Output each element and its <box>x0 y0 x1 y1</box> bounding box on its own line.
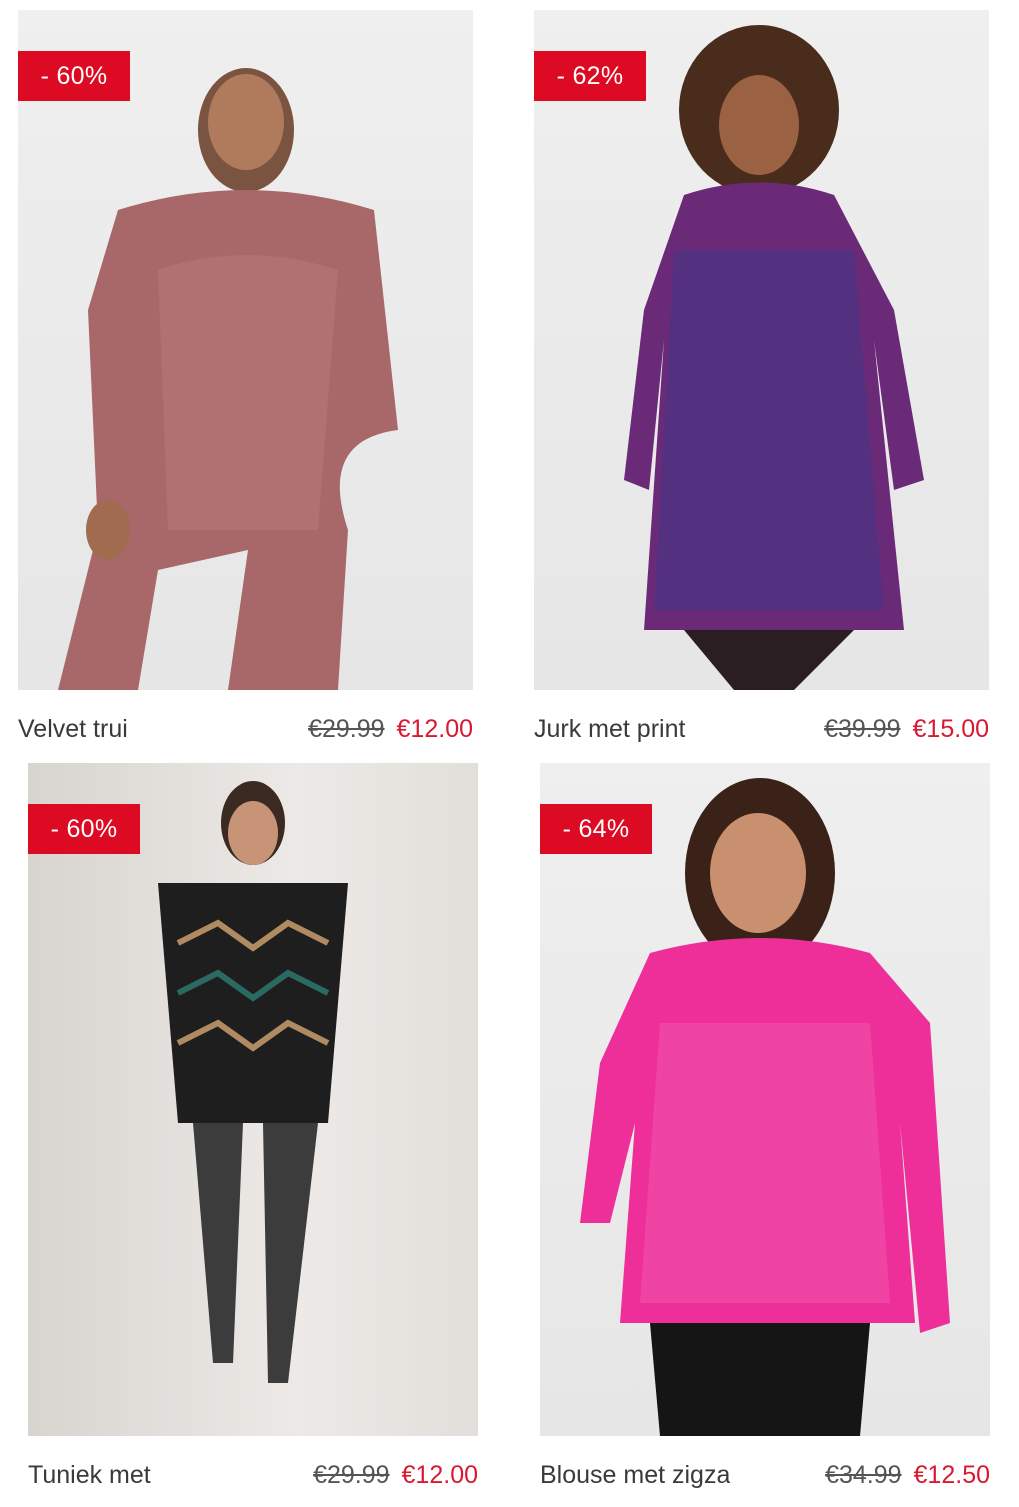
discount-badge: - 60% <box>28 804 140 854</box>
model-printed-dress-photo <box>624 25 924 690</box>
model-velvet-sweater-photo <box>58 68 398 690</box>
price-group: €29.99 €12.00 <box>308 715 473 744</box>
discount-badge: - 62% <box>534 51 646 101</box>
original-price: €29.99 <box>308 715 385 743</box>
model-pink-blouse-photo <box>580 778 950 1436</box>
price-group: €34.99 €12.50 <box>825 1461 990 1490</box>
price-group: €39.99 €15.00 <box>824 715 989 744</box>
original-price: €34.99 <box>825 1461 902 1489</box>
product-name[interactable]: Jurk met print <box>534 715 685 744</box>
original-price: €29.99 <box>313 1461 390 1489</box>
product-image[interactable]: - 60% <box>18 10 473 690</box>
product-image[interactable]: - 60% <box>28 763 478 1436</box>
product-card[interactable]: - 60% Tuniek met €29.99 €12.00 <box>28 763 478 1498</box>
product-image[interactable]: - 62% <box>534 10 989 690</box>
sale-price: €12.50 <box>913 1461 990 1489</box>
sale-price: €15.00 <box>912 715 989 743</box>
product-name[interactable]: Blouse met zigza <box>540 1461 730 1490</box>
discount-badge: - 64% <box>540 804 652 854</box>
discount-badge: - 60% <box>18 51 130 101</box>
sale-price: €12.00 <box>401 1461 478 1489</box>
model-sequin-tunic-photo <box>158 781 348 1383</box>
product-image[interactable]: - 64% <box>540 763 990 1436</box>
price-group: €29.99 €12.00 <box>313 1461 478 1490</box>
product-card[interactable]: - 60% Velvet trui €29.99 €12.00 <box>18 10 473 750</box>
sale-price: €12.00 <box>396 715 473 743</box>
product-card[interactable]: - 62% Jurk met print €39.99 €15.00 <box>534 10 989 750</box>
product-card[interactable]: - 64% Blouse met zigza €34.99 €12.50 <box>540 763 990 1498</box>
product-name[interactable]: Tuniek met <box>28 1461 151 1490</box>
original-price: €39.99 <box>824 715 901 743</box>
product-name[interactable]: Velvet trui <box>18 715 128 744</box>
